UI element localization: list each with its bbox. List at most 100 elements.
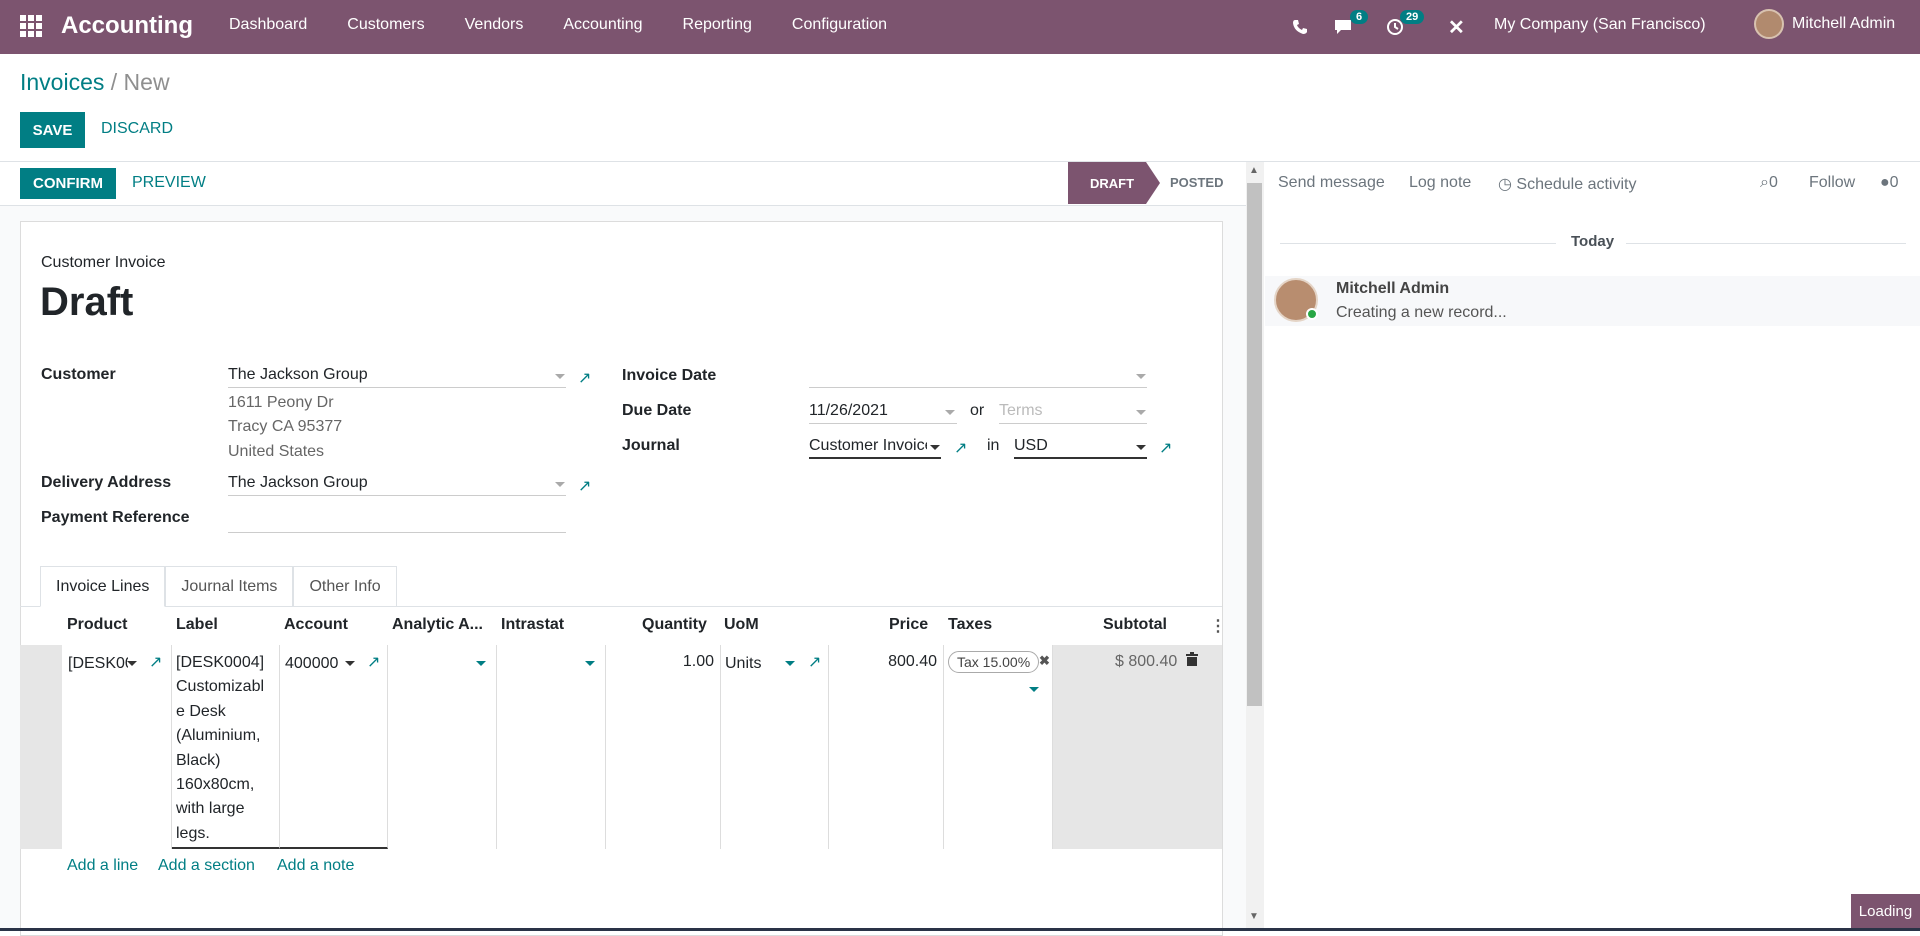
send-message-button[interactable]: Send message — [1278, 174, 1385, 192]
column-account[interactable]: Account — [284, 616, 348, 634]
subtotal-value: $ 800.40 — [1115, 653, 1178, 670]
breadcrumb: Invoices / New — [20, 69, 170, 96]
product-external-link-icon[interactable]: ↗ — [149, 652, 162, 672]
save-button[interactable]: SAVE — [20, 112, 85, 148]
notebook-tabs: Invoice Lines Journal Items Other Info — [40, 566, 397, 607]
menu-vendors[interactable]: Vendors — [465, 16, 524, 34]
currency-dropdown-icon[interactable] — [1136, 445, 1146, 450]
delivery-dropdown-icon[interactable] — [555, 482, 565, 487]
taxes-dropdown-icon[interactable] — [1029, 687, 1039, 692]
account-dropdown-icon[interactable] — [345, 661, 355, 666]
product-cell[interactable]: [DESK0004] ↗ — [62, 645, 172, 849]
add-section-link[interactable]: Add a section — [158, 857, 255, 875]
due-date-label: Due Date — [622, 402, 692, 419]
customer-value: The Jackson Group — [228, 366, 368, 383]
currency-field[interactable]: USD — [1014, 435, 1147, 459]
uom-cell[interactable]: Units ↗ — [721, 645, 829, 849]
message-body: Creating a new record... — [1336, 304, 1507, 321]
customer-label: Customer — [41, 366, 116, 383]
activities-icon[interactable] — [1386, 0, 1404, 54]
add-line-link[interactable]: Add a line — [67, 857, 138, 875]
optional-columns-icon[interactable]: ⋮ — [1210, 616, 1226, 636]
menu-customers[interactable]: Customers — [347, 16, 424, 34]
delivery-address-field[interactable]: The Jackson Group — [228, 472, 566, 496]
column-analytic-account[interactable]: Analytic A... — [392, 616, 483, 634]
intrastat-cell[interactable] — [497, 645, 606, 849]
payment-terms-field[interactable]: Terms — [999, 400, 1147, 424]
debug-tools-icon[interactable]: ✕ — [1448, 0, 1465, 54]
due-date-value: 11/26/2021 — [809, 402, 888, 419]
invoice-date-label: Invoice Date — [622, 367, 717, 384]
due-date-dropdown-icon[interactable] — [945, 410, 955, 415]
delivery-address-value: The Jackson Group — [228, 474, 368, 491]
menu-accounting[interactable]: Accounting — [563, 16, 642, 34]
payment-terms-placeholder: Terms — [999, 402, 1043, 419]
column-price[interactable]: Price — [889, 616, 928, 634]
message-author[interactable]: Mitchell Admin — [1336, 280, 1449, 298]
column-taxes[interactable]: Taxes — [948, 616, 992, 634]
scrollbar-thumb[interactable] — [1247, 183, 1262, 706]
customer-field[interactable]: The Jackson Group — [228, 364, 566, 388]
menu-dashboard[interactable]: Dashboard — [229, 16, 307, 34]
schedule-activity-button[interactable]: ◷ Schedule activity — [1498, 174, 1636, 194]
attachments-button[interactable]: ⌕0 — [1760, 174, 1778, 192]
taxes-cell[interactable] — [944, 645, 1053, 849]
column-uom[interactable]: UoM — [724, 616, 759, 634]
tab-invoice-lines[interactable]: Invoice Lines — [40, 566, 166, 607]
account-external-link-icon[interactable]: ↗ — [367, 652, 380, 672]
confirm-button[interactable]: CONFIRM — [20, 168, 116, 199]
customer-dropdown-icon[interactable] — [555, 374, 565, 379]
main-menu: Dashboard Customers Vendors Accounting R… — [229, 16, 887, 34]
customer-external-link-icon[interactable]: ↗ — [578, 368, 591, 388]
product-dropdown-icon[interactable] — [127, 661, 137, 666]
quantity-cell[interactable]: 1.00 — [606, 645, 721, 849]
column-product[interactable]: Product — [67, 616, 127, 634]
invoice-date-field[interactable] — [809, 364, 1147, 388]
label-cell[interactable]: [DESK0004] Customizabl e Desk (Aluminium… — [172, 645, 280, 849]
analytic-account-cell[interactable] — [388, 645, 497, 849]
apps-menu-icon[interactable] — [20, 15, 42, 37]
invoice-date-dropdown-icon[interactable] — [1136, 374, 1146, 379]
scroll-down-icon[interactable]: ▼ — [1249, 911, 1259, 922]
phone-icon[interactable] — [1292, 0, 1308, 54]
product-value: [DESK0004] — [68, 655, 128, 672]
intrastat-dropdown-icon[interactable] — [585, 661, 595, 666]
tab-journal-items[interactable]: Journal Items — [165, 566, 294, 607]
column-label[interactable]: Label — [176, 616, 218, 634]
tax-remove-icon[interactable]: ✖ — [1039, 653, 1050, 669]
scroll-up-icon[interactable]: ▲ — [1249, 165, 1259, 176]
preview-button[interactable]: PREVIEW — [132, 174, 206, 192]
user-menu[interactable]: Mitchell Admin — [1754, 9, 1895, 39]
journal-field[interactable]: Customer Invoices — [809, 435, 941, 459]
company-switcher[interactable]: My Company (San Francisco) — [1494, 16, 1706, 34]
column-intrastat[interactable]: Intrastat — [501, 616, 564, 634]
payment-reference-field[interactable] — [228, 509, 566, 533]
delivery-external-link-icon[interactable]: ↗ — [578, 476, 591, 496]
followers-button[interactable]: ●0 — [1880, 174, 1899, 192]
discard-button[interactable]: DISCARD — [101, 120, 173, 138]
due-date-field[interactable]: 11/26/2021 — [809, 400, 957, 424]
app-name[interactable]: Accounting — [61, 12, 193, 40]
uom-dropdown-icon[interactable] — [785, 661, 795, 666]
messages-icon[interactable] — [1333, 0, 1353, 54]
delete-line-icon[interactable] — [1186, 652, 1198, 671]
column-quantity[interactable]: Quantity — [642, 616, 707, 634]
price-cell[interactable]: 800.40 — [829, 645, 944, 849]
log-note-button[interactable]: Log note — [1409, 174, 1471, 192]
follow-button[interactable]: Follow — [1809, 174, 1855, 192]
analytic-dropdown-icon[interactable] — [476, 661, 486, 666]
journal-dropdown-icon[interactable] — [930, 445, 940, 450]
account-cell[interactable]: 400000 ↗ — [280, 645, 388, 849]
column-subtotal[interactable]: Subtotal — [1103, 616, 1167, 634]
today-divider-left — [1280, 243, 1556, 244]
menu-reporting[interactable]: Reporting — [683, 16, 752, 34]
currency-external-link-icon[interactable]: ↗ — [1159, 438, 1172, 458]
uom-external-link-icon[interactable]: ↗ — [808, 652, 821, 672]
payment-terms-dropdown-icon[interactable] — [1136, 410, 1146, 415]
stage-posted[interactable]: POSTED — [1170, 175, 1223, 190]
breadcrumb-invoices[interactable]: Invoices — [20, 69, 104, 95]
menu-configuration[interactable]: Configuration — [792, 16, 887, 34]
add-note-link[interactable]: Add a note — [277, 857, 354, 875]
journal-external-link-icon[interactable]: ↗ — [954, 438, 967, 458]
tab-other-info[interactable]: Other Info — [293, 566, 397, 607]
